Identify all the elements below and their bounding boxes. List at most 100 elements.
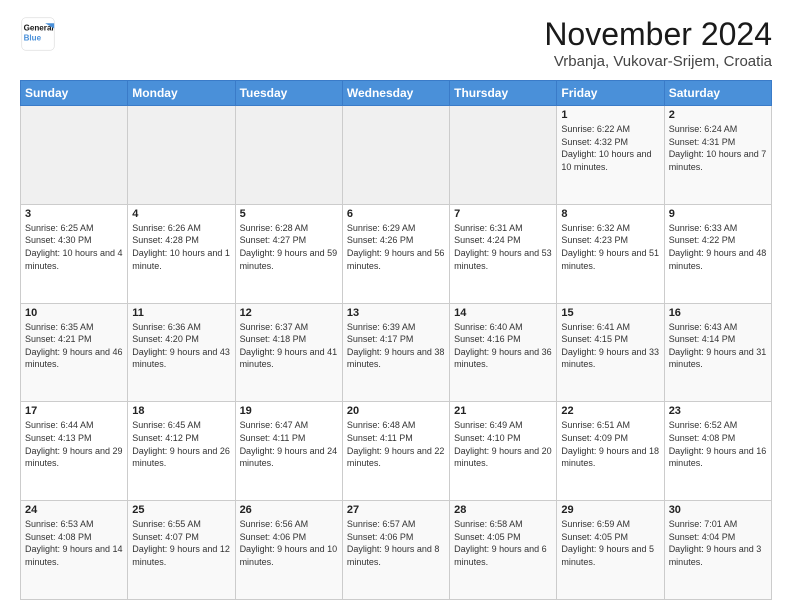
day-cell-4-6: 30 Sunrise: 7:01 AM Sunset: 4:04 PM Dayli… bbox=[664, 501, 771, 600]
day-number: 13 bbox=[347, 307, 445, 319]
day-info: Sunrise: 6:47 AM Sunset: 4:11 PM Dayligh… bbox=[240, 419, 338, 469]
subtitle: Vrbanja, Vukovar-Srijem, Croatia bbox=[544, 53, 772, 70]
day-cell-2-0: 10 Sunrise: 6:35 AM Sunset: 4:21 PM Dayli… bbox=[21, 303, 128, 402]
day-info: Sunrise: 6:33 AM Sunset: 4:22 PM Dayligh… bbox=[669, 222, 767, 272]
day-cell-4-5: 29 Sunrise: 6:59 AM Sunset: 4:05 PM Dayli… bbox=[557, 501, 664, 600]
day-number: 9 bbox=[669, 208, 767, 220]
weekday-wednesday: Wednesday bbox=[342, 81, 449, 106]
day-info: Sunrise: 6:39 AM Sunset: 4:17 PM Dayligh… bbox=[347, 321, 445, 371]
weekday-monday: Monday bbox=[128, 81, 235, 106]
day-info: Sunrise: 6:48 AM Sunset: 4:11 PM Dayligh… bbox=[347, 419, 445, 469]
day-cell-4-2: 26 Sunrise: 6:56 AM Sunset: 4:06 PM Dayli… bbox=[235, 501, 342, 600]
day-number: 28 bbox=[454, 504, 552, 516]
day-info: Sunrise: 6:41 AM Sunset: 4:15 PM Dayligh… bbox=[561, 321, 659, 371]
day-number: 21 bbox=[454, 405, 552, 417]
weekday-row: Sunday Monday Tuesday Wednesday Thursday… bbox=[21, 81, 772, 106]
page: General Blue November 2024 Vrbanja, Vuko… bbox=[0, 0, 792, 612]
day-number: 18 bbox=[132, 405, 230, 417]
day-info: Sunrise: 6:52 AM Sunset: 4:08 PM Dayligh… bbox=[669, 419, 767, 469]
day-number: 14 bbox=[454, 307, 552, 319]
day-info: Sunrise: 7:01 AM Sunset: 4:04 PM Dayligh… bbox=[669, 518, 767, 568]
day-number: 26 bbox=[240, 504, 338, 516]
day-info: Sunrise: 6:45 AM Sunset: 4:12 PM Dayligh… bbox=[132, 419, 230, 469]
day-info: Sunrise: 6:31 AM Sunset: 4:24 PM Dayligh… bbox=[454, 222, 552, 272]
day-cell-1-5: 8 Sunrise: 6:32 AM Sunset: 4:23 PM Daylig… bbox=[557, 204, 664, 303]
day-number: 3 bbox=[25, 208, 123, 220]
day-number: 22 bbox=[561, 405, 659, 417]
day-cell-0-5: 1 Sunrise: 6:22 AM Sunset: 4:32 PM Daylig… bbox=[557, 106, 664, 205]
logo: General Blue bbox=[20, 16, 56, 52]
day-info: Sunrise: 6:43 AM Sunset: 4:14 PM Dayligh… bbox=[669, 321, 767, 371]
day-info: Sunrise: 6:56 AM Sunset: 4:06 PM Dayligh… bbox=[240, 518, 338, 568]
logo-icon: General Blue bbox=[20, 16, 56, 52]
week-row-1: 3 Sunrise: 6:25 AM Sunset: 4:30 PM Daylig… bbox=[21, 204, 772, 303]
day-number: 25 bbox=[132, 504, 230, 516]
day-number: 8 bbox=[561, 208, 659, 220]
day-cell-4-3: 27Sunrise: 6:57 AM Sunset: 4:06 PM Dayli… bbox=[342, 501, 449, 600]
day-cell-3-5: 22 Sunrise: 6:51 AM Sunset: 4:09 PM Dayli… bbox=[557, 402, 664, 501]
week-row-2: 10 Sunrise: 6:35 AM Sunset: 4:21 PM Dayli… bbox=[21, 303, 772, 402]
day-info: Sunrise: 6:24 AM Sunset: 4:31 PM Dayligh… bbox=[669, 123, 767, 173]
calendar-header: Sunday Monday Tuesday Wednesday Thursday… bbox=[21, 81, 772, 106]
day-info: Sunrise: 6:51 AM Sunset: 4:09 PM Dayligh… bbox=[561, 419, 659, 469]
day-number: 29 bbox=[561, 504, 659, 516]
day-info: Sunrise: 6:36 AM Sunset: 4:20 PM Dayligh… bbox=[132, 321, 230, 371]
day-cell-2-1: 11 Sunrise: 6:36 AM Sunset: 4:20 PM Dayli… bbox=[128, 303, 235, 402]
day-cell-3-3: 20 Sunrise: 6:48 AM Sunset: 4:11 PM Dayli… bbox=[342, 402, 449, 501]
month-title: November 2024 bbox=[544, 16, 772, 53]
day-cell-0-3 bbox=[342, 106, 449, 205]
day-number: 16 bbox=[669, 307, 767, 319]
day-info: Sunrise: 6:58 AM Sunset: 4:05 PM Dayligh… bbox=[454, 518, 552, 568]
day-number: 4 bbox=[132, 208, 230, 220]
day-info: Sunrise: 6:22 AM Sunset: 4:32 PM Dayligh… bbox=[561, 123, 659, 173]
day-cell-3-4: 21Sunrise: 6:49 AM Sunset: 4:10 PM Dayli… bbox=[450, 402, 557, 501]
day-number: 2 bbox=[669, 109, 767, 121]
day-info: Sunrise: 6:35 AM Sunset: 4:21 PM Dayligh… bbox=[25, 321, 123, 371]
day-info: Sunrise: 6:26 AM Sunset: 4:28 PM Dayligh… bbox=[132, 222, 230, 272]
day-number: 6 bbox=[347, 208, 445, 220]
week-row-0: 1 Sunrise: 6:22 AM Sunset: 4:32 PM Daylig… bbox=[21, 106, 772, 205]
day-cell-4-1: 25Sunrise: 6:55 AM Sunset: 4:07 PM Dayli… bbox=[128, 501, 235, 600]
weekday-friday: Friday bbox=[557, 81, 664, 106]
day-cell-3-0: 17 Sunrise: 6:44 AM Sunset: 4:13 PM Dayli… bbox=[21, 402, 128, 501]
day-cell-2-6: 16 Sunrise: 6:43 AM Sunset: 4:14 PM Dayli… bbox=[664, 303, 771, 402]
day-number: 11 bbox=[132, 307, 230, 319]
day-cell-2-3: 13 Sunrise: 6:39 AM Sunset: 4:17 PM Dayli… bbox=[342, 303, 449, 402]
day-number: 5 bbox=[240, 208, 338, 220]
day-cell-0-6: 2 Sunrise: 6:24 AM Sunset: 4:31 PM Daylig… bbox=[664, 106, 771, 205]
day-number: 17 bbox=[25, 405, 123, 417]
day-number: 7 bbox=[454, 208, 552, 220]
day-info: Sunrise: 6:59 AM Sunset: 4:05 PM Dayligh… bbox=[561, 518, 659, 568]
day-info: Sunrise: 6:40 AM Sunset: 4:16 PM Dayligh… bbox=[454, 321, 552, 371]
day-info: Sunrise: 6:32 AM Sunset: 4:23 PM Dayligh… bbox=[561, 222, 659, 272]
weekday-saturday: Saturday bbox=[664, 81, 771, 106]
day-cell-1-2: 5 Sunrise: 6:28 AM Sunset: 4:27 PM Daylig… bbox=[235, 204, 342, 303]
day-info: Sunrise: 6:44 AM Sunset: 4:13 PM Dayligh… bbox=[25, 419, 123, 469]
day-number: 23 bbox=[669, 405, 767, 417]
day-cell-0-2 bbox=[235, 106, 342, 205]
day-number: 20 bbox=[347, 405, 445, 417]
day-number: 1 bbox=[561, 109, 659, 121]
day-info: Sunrise: 6:37 AM Sunset: 4:18 PM Dayligh… bbox=[240, 321, 338, 371]
day-number: 27 bbox=[347, 504, 445, 516]
day-cell-2-2: 12Sunrise: 6:37 AM Sunset: 4:18 PM Dayli… bbox=[235, 303, 342, 402]
day-number: 24 bbox=[25, 504, 123, 516]
day-info: Sunrise: 6:29 AM Sunset: 4:26 PM Dayligh… bbox=[347, 222, 445, 272]
day-number: 30 bbox=[669, 504, 767, 516]
day-info: Sunrise: 6:28 AM Sunset: 4:27 PM Dayligh… bbox=[240, 222, 338, 272]
day-cell-0-4 bbox=[450, 106, 557, 205]
day-cell-2-5: 15Sunrise: 6:41 AM Sunset: 4:15 PM Dayli… bbox=[557, 303, 664, 402]
week-row-4: 24 Sunrise: 6:53 AM Sunset: 4:08 PM Dayli… bbox=[21, 501, 772, 600]
day-cell-4-4: 28 Sunrise: 6:58 AM Sunset: 4:05 PM Dayli… bbox=[450, 501, 557, 600]
day-cell-3-1: 18 Sunrise: 6:45 AM Sunset: 4:12 PM Dayli… bbox=[128, 402, 235, 501]
weekday-tuesday: Tuesday bbox=[235, 81, 342, 106]
day-cell-3-6: 23 Sunrise: 6:52 AM Sunset: 4:08 PM Dayli… bbox=[664, 402, 771, 501]
day-info: Sunrise: 6:53 AM Sunset: 4:08 PM Dayligh… bbox=[25, 518, 123, 568]
day-cell-4-0: 24 Sunrise: 6:53 AM Sunset: 4:08 PM Dayli… bbox=[21, 501, 128, 600]
day-info: Sunrise: 6:25 AM Sunset: 4:30 PM Dayligh… bbox=[25, 222, 123, 272]
svg-text:Blue: Blue bbox=[24, 33, 42, 42]
day-cell-1-6: 9 Sunrise: 6:33 AM Sunset: 4:22 PM Daylig… bbox=[664, 204, 771, 303]
day-cell-3-2: 19Sunrise: 6:47 AM Sunset: 4:11 PM Dayli… bbox=[235, 402, 342, 501]
day-number: 10 bbox=[25, 307, 123, 319]
day-cell-0-0 bbox=[21, 106, 128, 205]
